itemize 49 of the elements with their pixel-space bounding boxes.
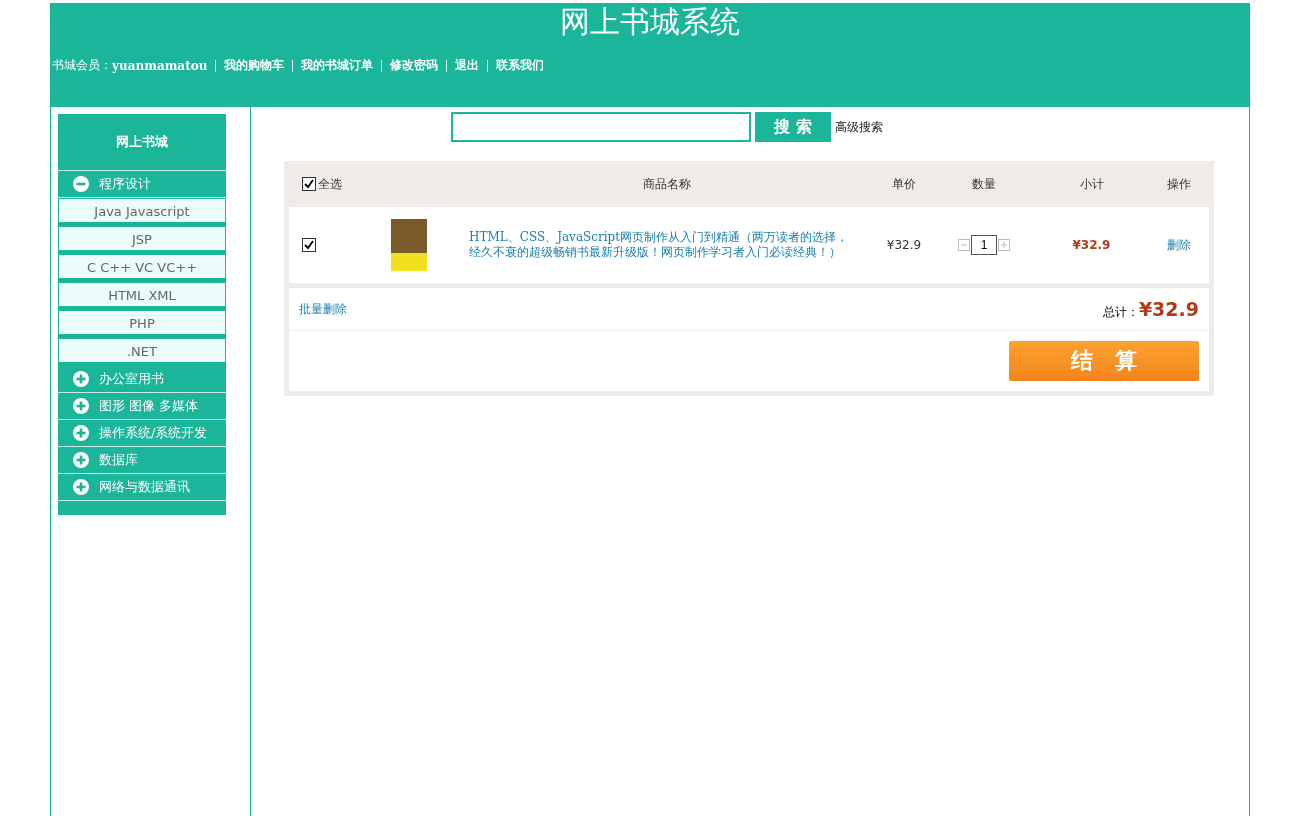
batch-delete-link[interactable]: 批量删除	[299, 300, 347, 318]
column-header: 小计	[1078, 175, 1105, 193]
column-header: 数量	[971, 175, 997, 193]
sidebar-title: 网上书城	[58, 114, 226, 171]
row-checkbox[interactable]	[302, 238, 316, 252]
category-item[interactable]: 网络与数据通讯	[58, 474, 226, 501]
select-all-checkbox[interactable]	[302, 177, 316, 191]
username: yuanmamatou	[112, 58, 208, 73]
minus-icon[interactable]	[958, 239, 970, 251]
delete-link[interactable]: 删除	[1167, 237, 1191, 252]
subcategory-item[interactable]: .NET	[58, 338, 226, 363]
subcategory-item[interactable]: C C++ VC VC++	[58, 254, 226, 279]
unit-price: ¥32.9	[886, 238, 922, 252]
expand-icon	[73, 452, 89, 468]
column-header: 商品名称	[641, 175, 692, 193]
category-item[interactable]: 操作系统/系统开发	[58, 420, 226, 447]
select-all-label: 全选	[318, 175, 342, 193]
member-label: 书城会员：	[51, 57, 112, 74]
search-field[interactable]	[451, 112, 751, 142]
column-header: 操作	[1166, 175, 1192, 193]
book-title-link[interactable]: HTML、CSS、JavaScript网页制作从入门到精通（两万读者的选择，经久不衰的超级畅销书最新升级版！网页制作学习者入门必读经典！）	[469, 230, 849, 260]
expand-icon	[73, 398, 89, 414]
checkout-button[interactable]: 结 算	[1009, 341, 1199, 381]
category-item[interactable]: 数据库	[58, 447, 226, 474]
expand-icon	[73, 479, 89, 495]
quantity-field[interactable]: 1	[971, 235, 997, 255]
book-cover-image	[391, 219, 427, 271]
collapse-icon	[73, 176, 89, 192]
total-label: 总计：	[1102, 303, 1139, 321]
subcategory-item[interactable]: PHP	[58, 310, 226, 335]
advanced-search-link[interactable]: 高级搜索	[835, 118, 883, 136]
category-item[interactable]: 图形 图像 多媒体	[58, 393, 226, 420]
total-amount: ¥32.9	[1138, 297, 1199, 320]
nav-link[interactable]: 联系我们	[496, 57, 545, 74]
subtotal: ¥32.9	[1072, 238, 1111, 252]
subcategory-item[interactable]: HTML XML	[58, 282, 226, 307]
column-header: 单价	[891, 175, 917, 193]
expand-icon	[73, 371, 89, 387]
site-title: 网上书城系统	[559, 3, 741, 41]
nav-link[interactable]: 我的书城订单	[301, 57, 374, 74]
subcategory-item[interactable]: Java Javascript	[58, 198, 226, 223]
subcategory-item[interactable]: JSP	[58, 226, 226, 251]
nav-link[interactable]: 退出	[455, 57, 480, 74]
nav-link[interactable]: 修改密码	[390, 57, 439, 74]
expand-icon	[73, 425, 89, 441]
category-item[interactable]: 办公室用书	[58, 366, 226, 393]
search-button[interactable]: 搜 索	[755, 112, 831, 142]
nav-link[interactable]: 我的购物车	[224, 57, 285, 74]
plus-icon[interactable]	[998, 239, 1010, 251]
